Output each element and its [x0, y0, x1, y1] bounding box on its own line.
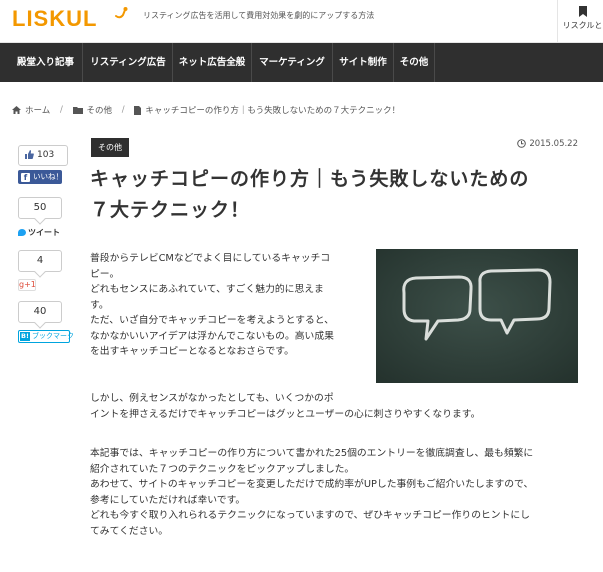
header-divider: [557, 0, 558, 43]
intro-paragraph: 普段からテレビCMなどでよく目にしているキャッチコ ピー。 どれもセンスにあふれ…: [90, 253, 334, 357]
nav-divider: [434, 43, 435, 82]
nav-divider: [82, 43, 83, 82]
nav-divider: [172, 43, 173, 82]
category-tag[interactable]: その他: [91, 138, 129, 157]
thumbs-up-icon: [25, 150, 34, 159]
document-icon: [134, 105, 142, 115]
nav-item-listing-ads[interactable]: リスティング広告: [86, 43, 170, 82]
nav-item-other[interactable]: その他: [396, 43, 432, 82]
nav-divider: [393, 43, 394, 82]
tweet-count: 50: [18, 197, 62, 219]
post-date: 2015.05.22: [517, 139, 578, 149]
facebook-like-count: 103: [18, 145, 68, 166]
hatena-bookmark-button[interactable]: B! ブックマーク: [18, 330, 74, 343]
breadcrumb: ホーム / その他 / キャッチコピーの作り方｜もう失敗しないための７大テクニッ…: [12, 104, 400, 116]
nav-divider: [332, 43, 333, 82]
tweet-button[interactable]: ツイート: [18, 226, 70, 240]
facebook-icon: f: [21, 172, 30, 182]
nav-divider: [251, 43, 252, 82]
nav-item-hall-of-fame[interactable]: 殿堂入り記事: [13, 43, 78, 82]
third-paragraph: 本記事では、キャッチコピーの作り方について書かれた25個のエントリーを徹底調査し…: [90, 448, 534, 537]
gplus-count: 4: [18, 250, 62, 272]
article-title: キャッチコピーの作り方｜もう失敗しないための ７大テクニック！: [90, 168, 530, 221]
chalkboard-speech-bubbles-image: [376, 249, 578, 383]
breadcrumb-current: キャッチコピーの作り方｜もう失敗しないための７大テクニック！: [145, 106, 401, 116]
folder-icon: [72, 107, 83, 114]
share-buttons: 103 f いいね！ 50 ツイート 4 g+1 40 B! ブックマーク: [18, 145, 74, 343]
home-icon: [12, 106, 21, 114]
nav-item-site-production[interactable]: サイト制作: [335, 43, 391, 82]
header-right-label: リスクルと: [562, 21, 603, 30]
twitter-bird-icon: [18, 229, 26, 236]
hatena-b-icon: B!: [20, 331, 30, 341]
breadcrumb-category[interactable]: その他: [87, 106, 113, 116]
bookmark-icon: [578, 6, 587, 17]
gplus-button[interactable]: g+1: [18, 279, 36, 291]
breadcrumb-separator: /: [59, 105, 63, 115]
nav-item-marketing[interactable]: マーケティング: [255, 43, 329, 82]
breadcrumb-separator: /: [121, 105, 125, 115]
main-nav: 殿堂入り記事 リスティング広告 ネット広告全般 マーケティング サイト制作 その…: [0, 43, 603, 82]
site-header: LISKUL リスティング広告を活用して費用対効果を劇的にアップする方法 リスク…: [0, 0, 603, 43]
header-right-link[interactable]: リスクルと: [562, 6, 603, 31]
logo-hook-icon: [115, 7, 128, 19]
site-tagline: リスティング広告を活用して費用対効果を劇的にアップする方法: [143, 11, 375, 20]
second-paragraph: しかし、例えセンスがなかったとしても、いくつかのポ イントを押さえるだけでキャッ…: [90, 393, 481, 420]
clock-icon: [517, 139, 527, 148]
hatena-count: 40: [18, 301, 62, 323]
breadcrumb-home[interactable]: ホーム: [25, 106, 50, 116]
nav-item-net-ads[interactable]: ネット広告全般: [175, 43, 249, 82]
site-logo[interactable]: LISKUL: [12, 6, 97, 32]
facebook-like-button[interactable]: f いいね！: [18, 170, 63, 184]
